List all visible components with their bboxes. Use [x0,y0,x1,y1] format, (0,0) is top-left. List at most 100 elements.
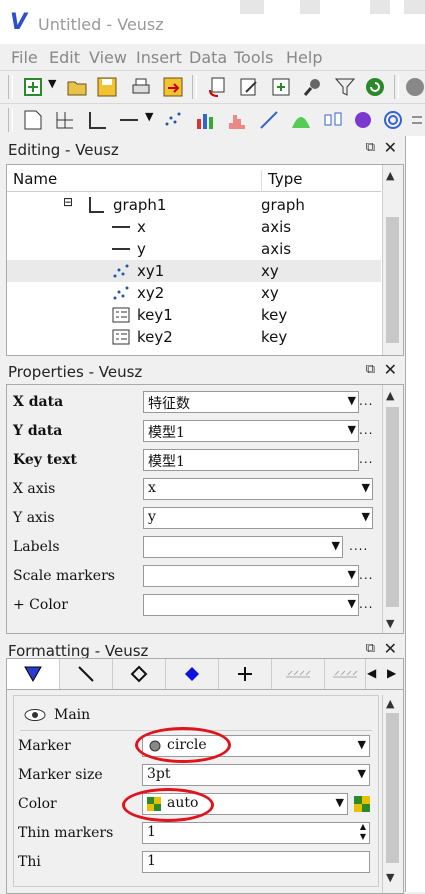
scroll-thumb[interactable] [386,217,399,343]
more-button[interactable]: .... [349,539,368,553]
close-icon[interactable]: ✕ [384,639,397,658]
chevron-down-icon[interactable]: ▼ [348,423,356,436]
save-icon[interactable] [96,76,118,98]
formatting-scrollbar[interactable]: ▲ ▼ [382,695,403,893]
y-axis-combo[interactable]: y ▼ [143,507,373,529]
chevron-down-icon[interactable]: ▼ [145,110,153,123]
scroll-up-icon[interactable]: ▲ [386,389,394,402]
chevron-down-icon[interactable]: ▼ [362,481,370,494]
chevron-down-icon[interactable]: ▼ [332,539,340,552]
plot-area[interactable] [405,136,425,892]
properties-scrollbar[interactable]: ▲ ▼ [382,385,403,633]
more-button[interactable]: ... [359,394,373,408]
scroll-up-icon[interactable]: ▲ [386,169,394,182]
tab-fill-above[interactable] [325,659,366,689]
chevron-down-icon[interactable]: ▼ [358,738,366,751]
stop-icon[interactable] [404,76,425,98]
scroll-right-icon[interactable]: ▶ [387,666,396,680]
tree-row-y[interactable]: y axis [7,238,381,260]
collapse-icon[interactable]: ⊟ [63,195,73,209]
window-control[interactable] [370,0,390,14]
chevron-down-icon[interactable]: ▼ [348,597,356,610]
add-data-icon[interactable] [270,76,292,98]
tree-row-xy2[interactable]: xy2 xy [7,282,381,304]
float-icon[interactable]: ⧉ [366,641,375,656]
scroll-down-icon[interactable]: ▼ [386,871,394,884]
widget-tree[interactable]: Name Type ⊟ graph1 graph x axis y axis x… [6,164,404,356]
undo-icon[interactable] [206,76,228,98]
menu-tools[interactable]: Tools [234,48,273,67]
labels-combo[interactable]: ▼ [143,536,343,558]
window-control[interactable] [404,0,425,14]
tree-row-key2[interactable]: key2 key [7,326,381,348]
chevron-down-icon[interactable]: ▼ [336,796,344,809]
tab-marker-border[interactable] [113,659,166,689]
bar-chart-icon[interactable] [194,109,216,131]
tab-main[interactable] [7,659,60,689]
contour-icon[interactable] [382,109,404,131]
x-data-combo[interactable]: 特征数 ▼ [143,391,359,413]
thin-spinbox[interactable]: 1 [142,851,370,873]
tab-fill-below[interactable] [272,659,325,689]
close-icon[interactable]: ✕ [384,360,397,379]
more-button[interactable]: ... [359,597,373,611]
page-icon[interactable] [22,109,44,131]
image-icon[interactable] [352,109,374,131]
chevron-down-icon[interactable]: ▼ [348,394,356,407]
vector-field-icon[interactable] [410,109,425,131]
x-axis-combo[interactable]: x ▼ [143,478,373,500]
tab-plot-line[interactable] [60,659,113,689]
new-document-icon[interactable] [22,76,44,98]
axis-icon[interactable] [118,109,140,131]
key-text-input[interactable]: 模型1 [143,449,359,471]
tab-marker-fill[interactable] [166,659,219,689]
scroll-up-icon[interactable]: ▲ [386,697,394,710]
print-icon[interactable] [130,76,152,98]
menu-edit[interactable]: Edit [49,48,80,67]
menu-view[interactable]: View [89,48,127,67]
histogram-icon[interactable] [226,109,248,131]
tree-row-key1[interactable]: key1 key [7,304,381,326]
tree-scrollbar[interactable]: ▲ [382,165,403,355]
menu-help[interactable]: Help [286,48,322,67]
chevron-down-icon[interactable]: ▼ [362,510,370,523]
function-icon[interactable] [258,109,280,131]
more-button[interactable]: ... [359,423,373,437]
graph-icon[interactable] [86,109,108,131]
float-icon[interactable]: ⧉ [366,362,375,377]
export-icon[interactable] [162,76,184,98]
tree-row-graph1[interactable]: ⊟ graph1 graph [7,194,381,216]
column-name[interactable]: Name [13,170,57,188]
tree-row-x[interactable]: x axis [7,216,381,238]
window-control[interactable] [240,0,264,14]
capture-icon[interactable] [302,76,324,98]
window-control[interactable] [300,0,320,14]
chevron-down-icon[interactable]: ▼ [348,568,356,581]
spin-arrows-icon[interactable]: ▲ ▼ [360,822,366,842]
reload-icon[interactable] [364,76,386,98]
open-folder-icon[interactable] [66,76,88,98]
xy-icon[interactable] [162,109,184,131]
boxplot-icon[interactable] [322,109,344,131]
thin-markers-spinbox[interactable]: 1 ▲ ▼ [142,822,370,844]
float-icon[interactable]: ⧉ [366,140,375,155]
color-combo[interactable]: ▼ [143,594,359,616]
tree-row-xy1[interactable]: xy1 xy [7,260,381,282]
edit-icon[interactable] [238,76,260,98]
menu-insert[interactable]: Insert [136,48,182,67]
eye-icon[interactable] [24,708,46,722]
fit-icon[interactable] [290,109,312,131]
tab-error-bar[interactable] [219,659,272,689]
column-type[interactable]: Type [261,170,302,192]
y-data-combo[interactable]: 模型1 ▼ [143,420,359,442]
scroll-down-icon[interactable]: ▼ [386,617,394,630]
marker-size-combo[interactable]: 3pt ▼ [142,764,370,786]
scroll-left-icon[interactable]: ◀ [367,666,376,680]
scroll-thumb[interactable] [386,713,399,863]
close-icon[interactable]: ✕ [384,138,397,157]
more-button[interactable]: ... [359,568,373,582]
menu-data[interactable]: Data [189,48,227,67]
scroll-thumb[interactable] [386,407,399,607]
chevron-down-icon[interactable]: ▼ [358,767,366,780]
color-picker-icon[interactable] [354,796,370,812]
